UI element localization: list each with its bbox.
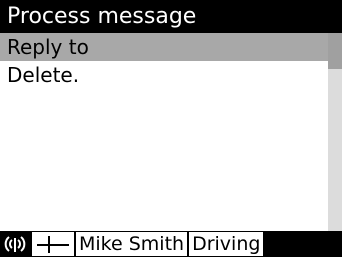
- menu-item-reply-to[interactable]: Reply to: [0, 33, 328, 61]
- driving-status: Driving: [189, 232, 264, 256]
- antenna-icon: [32, 232, 74, 256]
- contact-name: Mike Smith: [76, 232, 188, 256]
- status-bar: Mike Smith Driving: [0, 231, 342, 257]
- screen-title: Process message: [0, 0, 342, 33]
- phone-screen: Process message Reply to Delete. Mike Sm…: [0, 0, 342, 257]
- menu-list: Reply to Delete.: [0, 33, 328, 231]
- menu-item-delete[interactable]: Delete.: [0, 61, 328, 89]
- scrollbar[interactable]: [328, 33, 342, 231]
- broadcast-icon: [0, 232, 30, 256]
- scrollbar-thumb[interactable]: [328, 33, 342, 69]
